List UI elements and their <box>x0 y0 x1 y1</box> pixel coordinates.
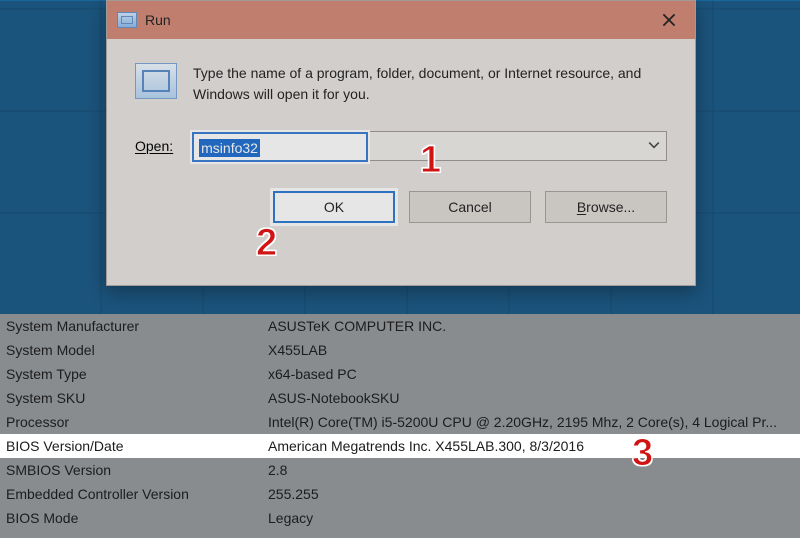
msinfo-value: x64-based PC <box>262 362 800 386</box>
close-button[interactable] <box>643 1 695 39</box>
msinfo-value: ASUS-NotebookSKU <box>262 386 800 410</box>
msinfo-value: Intel(R) Core(TM) i5-5200U CPU @ 2.20GHz… <box>262 410 800 434</box>
msinfo-panel: System ManufacturerASUSTeK COMPUTER INC.… <box>0 314 800 538</box>
ok-button-label: OK <box>324 199 344 215</box>
open-input-selected-text: msinfo32 <box>199 139 260 157</box>
browse-button-label: Browse... <box>577 199 635 215</box>
window-title: Run <box>145 12 643 28</box>
table-row[interactable]: Embedded Controller Version255.255 <box>0 482 800 506</box>
run-dialog-window: Run Type the name of a program, folder, … <box>106 0 696 286</box>
table-row[interactable]: System SKUASUS-NotebookSKU <box>0 386 800 410</box>
msinfo-value: American Megatrends Inc. X455LAB.300, 8/… <box>262 434 800 458</box>
titlebar[interactable]: Run <box>107 1 695 39</box>
msinfo-value: Legacy <box>262 506 800 530</box>
msinfo-value: ASUSTeK COMPUTER INC. <box>262 314 800 338</box>
table-row[interactable]: BIOS Version/DateAmerican Megatrends Inc… <box>0 434 800 458</box>
msinfo-value: X455LAB <box>262 338 800 362</box>
table-row[interactable]: BIOS ModeLegacy <box>0 506 800 530</box>
open-label: Open: <box>135 138 173 154</box>
msinfo-value: 2.8 <box>262 458 800 482</box>
msinfo-key: Embedded Controller Version <box>0 482 262 506</box>
msinfo-key: System Manufacturer <box>0 314 262 338</box>
table-row[interactable]: ProcessorIntel(R) Core(TM) i5-5200U CPU … <box>0 410 800 434</box>
cancel-button-label: Cancel <box>448 199 492 215</box>
msinfo-key: SMBIOS Version <box>0 458 262 482</box>
table-row[interactable]: SMBIOS Version2.8 <box>0 458 800 482</box>
msinfo-table: System ManufacturerASUSTeK COMPUTER INC.… <box>0 314 800 530</box>
open-combobox[interactable]: msinfo32 <box>191 131 667 161</box>
msinfo-key: BIOS Version/Date <box>0 434 262 458</box>
cancel-button[interactable]: Cancel <box>409 191 531 223</box>
msinfo-key: BIOS Mode <box>0 506 262 530</box>
dialog-button-row: OK Cancel Browse... <box>107 171 695 223</box>
run-program-icon <box>135 63 177 99</box>
msinfo-key: Processor <box>0 410 262 434</box>
msinfo-value: 255.255 <box>262 482 800 506</box>
browse-button[interactable]: Browse... <box>545 191 667 223</box>
run-titlebar-icon <box>117 12 137 28</box>
open-input-highlight: msinfo32 <box>192 132 368 162</box>
close-icon <box>662 13 676 27</box>
msinfo-key: System Type <box>0 362 262 386</box>
table-row[interactable]: System Typex64-based PC <box>0 362 800 386</box>
msinfo-key: System Model <box>0 338 262 362</box>
run-prompt-text: Type the name of a program, folder, docu… <box>193 63 667 105</box>
ok-button[interactable]: OK <box>273 191 395 223</box>
table-row[interactable]: System ModelX455LAB <box>0 338 800 362</box>
msinfo-key: System SKU <box>0 386 262 410</box>
table-row[interactable]: System ManufacturerASUSTeK COMPUTER INC. <box>0 314 800 338</box>
